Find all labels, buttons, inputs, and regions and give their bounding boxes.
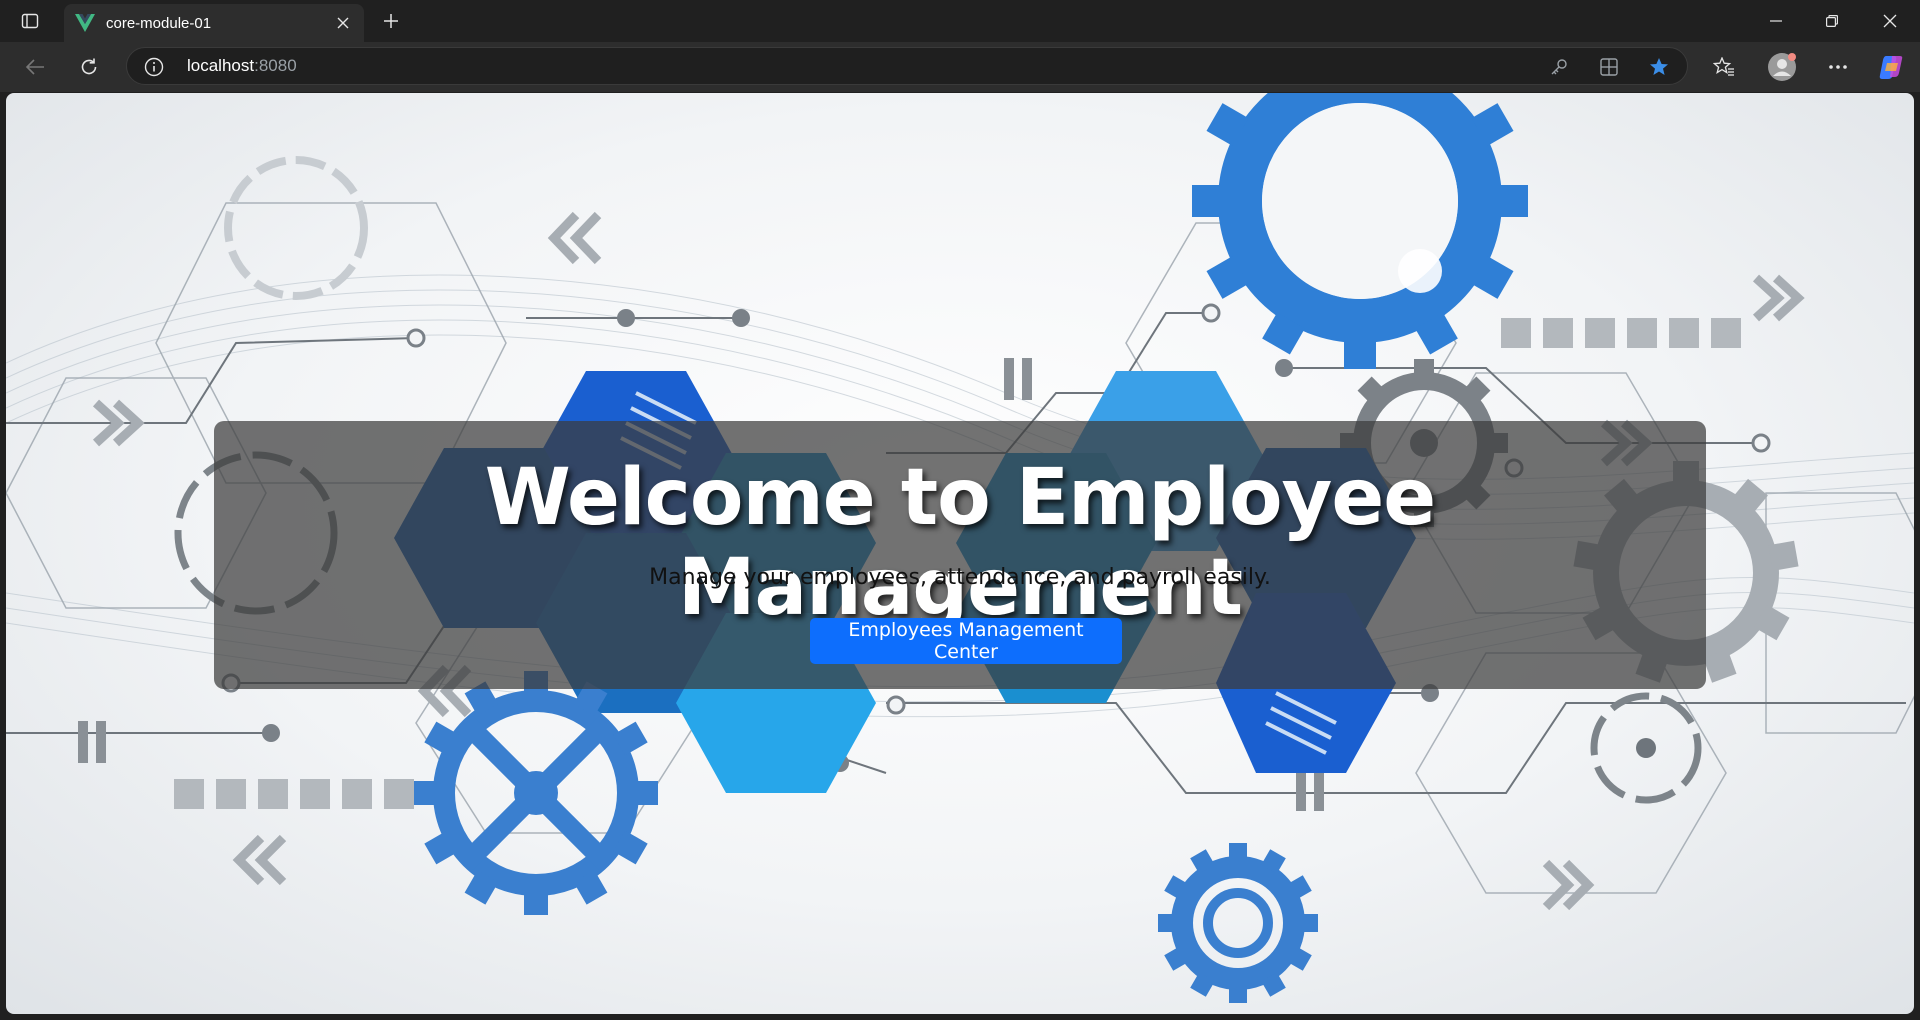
close-icon[interactable]: [330, 10, 356, 36]
hero-panel: Welcome to Employee Management Manage yo…: [214, 421, 1706, 689]
apps-icon[interactable]: [1597, 55, 1621, 79]
url-port: :8080: [254, 56, 297, 75]
reload-icon[interactable]: [72, 51, 106, 83]
browser-toolbar: localhost:8080: [0, 42, 1920, 92]
info-icon[interactable]: [143, 56, 165, 78]
avatar[interactable]: [1766, 51, 1798, 83]
url-host: localhost: [187, 56, 255, 75]
vue-logo-icon: [74, 12, 96, 34]
tab-title: core-module-01: [106, 14, 212, 32]
copilot-icon[interactable]: [1876, 51, 1908, 83]
back-arrow-icon[interactable]: [18, 51, 52, 83]
browser-tab[interactable]: core-module-01: [64, 4, 364, 42]
address-bar[interactable]: localhost:8080: [126, 47, 1688, 85]
restore-icon[interactable]: [1804, 0, 1860, 42]
more-icon[interactable]: [1822, 51, 1854, 83]
tab-actions-icon[interactable]: [14, 8, 46, 34]
close-window-icon[interactable]: [1862, 0, 1918, 42]
employees-management-center-button[interactable]: Employees Management Center: [810, 618, 1122, 664]
tab-strip: core-module-01: [0, 0, 1920, 42]
url-text: localhost:8080: [187, 56, 297, 76]
hero-title: Welcome to Employee Management: [484, 453, 1436, 633]
favorites-icon[interactable]: [1708, 51, 1740, 83]
hero-subtitle: Manage your employees, attendance, and p…: [649, 565, 1271, 590]
star-icon[interactable]: [1647, 55, 1671, 79]
key-icon[interactable]: [1547, 55, 1571, 79]
page-viewport: Welcome to Employee Management Manage yo…: [6, 93, 1914, 1014]
plus-icon[interactable]: [378, 8, 404, 34]
minimize-icon[interactable]: [1748, 0, 1804, 42]
